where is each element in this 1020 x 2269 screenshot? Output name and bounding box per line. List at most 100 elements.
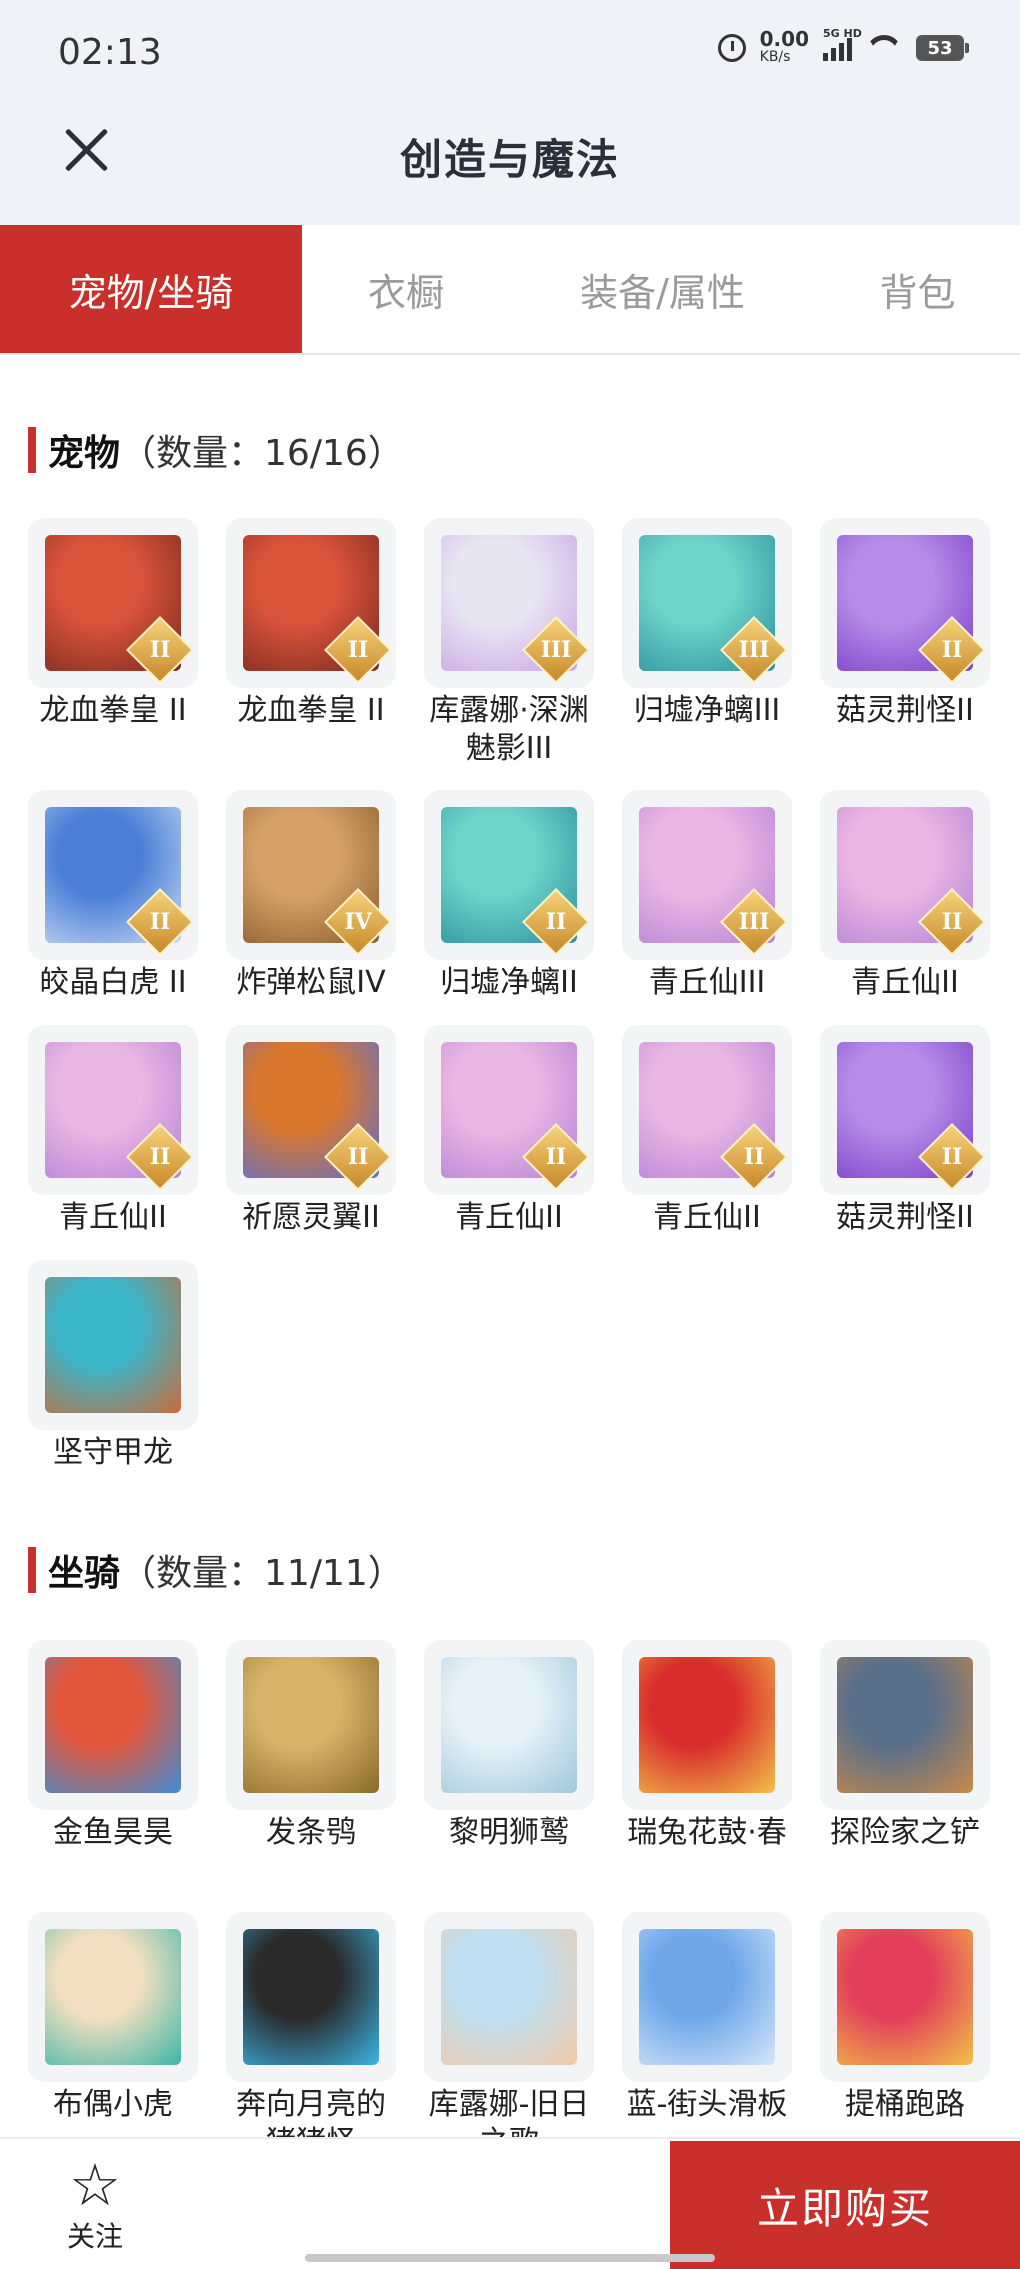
item-name: 坚守甲龙 — [53, 1435, 173, 1470]
item-thumbnail: III — [622, 518, 792, 688]
item-card[interactable]: 提桶跑路 — [818, 1912, 992, 2162]
item-thumbnail: II — [820, 518, 990, 688]
item-name: 菇灵荆怪II — [836, 1200, 974, 1235]
follow-label: 关注 — [66, 2220, 123, 2253]
item-card[interactable]: IV 炸弹松鼠IV — [224, 790, 398, 1040]
item-thumbnail: III — [424, 518, 594, 688]
item-card[interactable]: II 青丘仙II — [818, 790, 992, 1040]
item-name: 龙血拳皇 II — [237, 693, 385, 728]
item-card[interactable]: II 菇灵荆怪II — [818, 1025, 992, 1275]
tab-pets-mounts[interactable]: 宠物/坐骑 — [0, 225, 302, 353]
follow-button[interactable]: ☆ 关注 — [55, 2155, 135, 2255]
rabbit-drum-icon — [639, 1657, 775, 1793]
explorer-shovel-icon — [837, 1657, 973, 1793]
dawn-griffin-icon — [441, 1657, 577, 1793]
alarm-icon — [717, 34, 746, 62]
rank-label: II — [149, 909, 171, 935]
item-card[interactable]: 坚守甲龙 — [26, 1260, 200, 1510]
item-thumbnail: II — [226, 1025, 396, 1195]
cellular-signal-icon: 5G HD — [823, 27, 862, 61]
kuluna-song-icon — [441, 1929, 577, 2065]
item-thumbnail: II — [820, 1025, 990, 1195]
rank-label: II — [149, 637, 171, 663]
tab-equipment[interactable]: 装备/属性 — [510, 225, 815, 353]
rank-label: II — [545, 909, 567, 935]
page-header: 创造与魔法 — [0, 110, 1020, 225]
item-thumbnail — [226, 1640, 396, 1810]
item-name: 归墟净螭III — [633, 693, 781, 728]
item-thumbnail: II — [28, 790, 198, 960]
mounts-section-title: 坐骑 （数量：11/11） — [28, 1546, 404, 1594]
item-thumbnail: II — [622, 1025, 792, 1195]
pets-title: 宠物 — [48, 433, 121, 474]
item-card[interactable]: 布偶小虎 — [26, 1912, 200, 2162]
item-thumbnail — [820, 1640, 990, 1810]
goldfish-icon — [45, 1657, 181, 1793]
item-card[interactable]: 库露娜-旧日之歌 — [422, 1912, 596, 2162]
rank-label: IV — [344, 909, 372, 935]
buy-now-button[interactable]: 立即购买 — [670, 2141, 1020, 2269]
item-card[interactable]: 探险家之铲 — [818, 1640, 992, 1890]
item-name: 青丘仙II — [455, 1200, 563, 1235]
item-card[interactable]: III 青丘仙III — [620, 790, 794, 1040]
rank-label: II — [743, 1144, 765, 1170]
item-card[interactable]: II 皎晶白虎 II — [26, 790, 200, 1040]
item-card[interactable]: II 青丘仙II — [422, 1025, 596, 1275]
moon-pig-icon — [243, 1929, 379, 2065]
item-thumbnail — [28, 1640, 198, 1810]
wifi-icon — [866, 35, 902, 61]
rank-label: II — [347, 637, 369, 663]
rank-label: III — [540, 637, 572, 663]
section-marker — [28, 1547, 36, 1593]
item-name: 探险家之铲 — [830, 1815, 980, 1850]
item-thumbnail — [28, 1260, 198, 1430]
item-card[interactable]: II 归墟净螭II — [422, 790, 596, 1040]
street-skateboard-icon — [639, 1929, 775, 2065]
item-card[interactable]: II 菇灵荆怪II — [818, 518, 992, 768]
rank-label: III — [738, 909, 770, 935]
clockwork-owl-icon — [243, 1657, 379, 1793]
rank-label: III — [738, 637, 770, 663]
item-card[interactable]: 发条鸮 — [224, 1640, 398, 1890]
item-card[interactable]: II 龙血拳皇 II — [26, 518, 200, 768]
item-thumbnail: IV — [226, 790, 396, 960]
item-card[interactable]: 瑞兔花鼓·春 — [620, 1640, 794, 1890]
mounts-title: 坐骑 — [48, 1553, 121, 1594]
network-speed: 0.00 KB/s — [759, 27, 809, 66]
item-card[interactable]: 蓝-街头滑板 — [620, 1912, 794, 2162]
section-marker — [28, 427, 36, 473]
tab-wardrobe[interactable]: 衣橱 — [302, 225, 510, 353]
item-card[interactable]: 金鱼昊昊 — [26, 1640, 200, 1890]
item-name: 菇灵荆怪II — [836, 693, 974, 728]
speed-value: 0.00 — [759, 27, 809, 51]
item-card[interactable]: III 归墟净螭III — [620, 518, 794, 768]
item-thumbnail — [622, 1912, 792, 2082]
item-thumbnail: II — [28, 1025, 198, 1195]
item-name: 库露娜·深渊魅影III — [429, 693, 589, 766]
item-card[interactable]: 奔向月亮的猪猪怪 — [224, 1912, 398, 2162]
category-tabs: 宠物/坐骑 衣橱 装备/属性 背包 — [0, 225, 1020, 355]
item-name: 黎明狮鹫 — [449, 1815, 569, 1850]
item-card[interactable]: II 青丘仙II — [620, 1025, 794, 1275]
tab-backpack[interactable]: 背包 — [815, 225, 1020, 353]
status-time: 02:13 — [58, 32, 162, 73]
status-icons: 0.00 KB/s 5G HD 53 — [717, 27, 969, 66]
item-card[interactable]: II 青丘仙II — [26, 1025, 200, 1275]
item-thumbnail: II — [424, 1025, 594, 1195]
item-name: 青丘仙II — [653, 1200, 761, 1235]
mounts-count: （数量：11/11） — [120, 1553, 404, 1594]
pets-section-title: 宠物 （数量：16/16） — [28, 426, 404, 474]
item-card[interactable]: II 龙血拳皇 II — [224, 518, 398, 768]
item-card[interactable]: II 祈愿灵翼II — [224, 1025, 398, 1275]
item-thumbnail — [820, 1912, 990, 2082]
item-card[interactable]: 黎明狮鹫 — [422, 1640, 596, 1890]
item-name: 发条鸮 — [266, 1815, 356, 1850]
item-thumbnail — [424, 1640, 594, 1810]
doll-tiger-icon — [45, 1929, 181, 2065]
pets-count: （数量：16/16） — [120, 433, 404, 474]
rank-label: II — [941, 637, 963, 663]
rank-label: II — [347, 1144, 369, 1170]
speed-unit: KB/s — [759, 49, 791, 65]
item-card[interactable]: III 库露娜·深渊魅影III — [422, 518, 596, 768]
item-thumbnail: II — [226, 518, 396, 688]
